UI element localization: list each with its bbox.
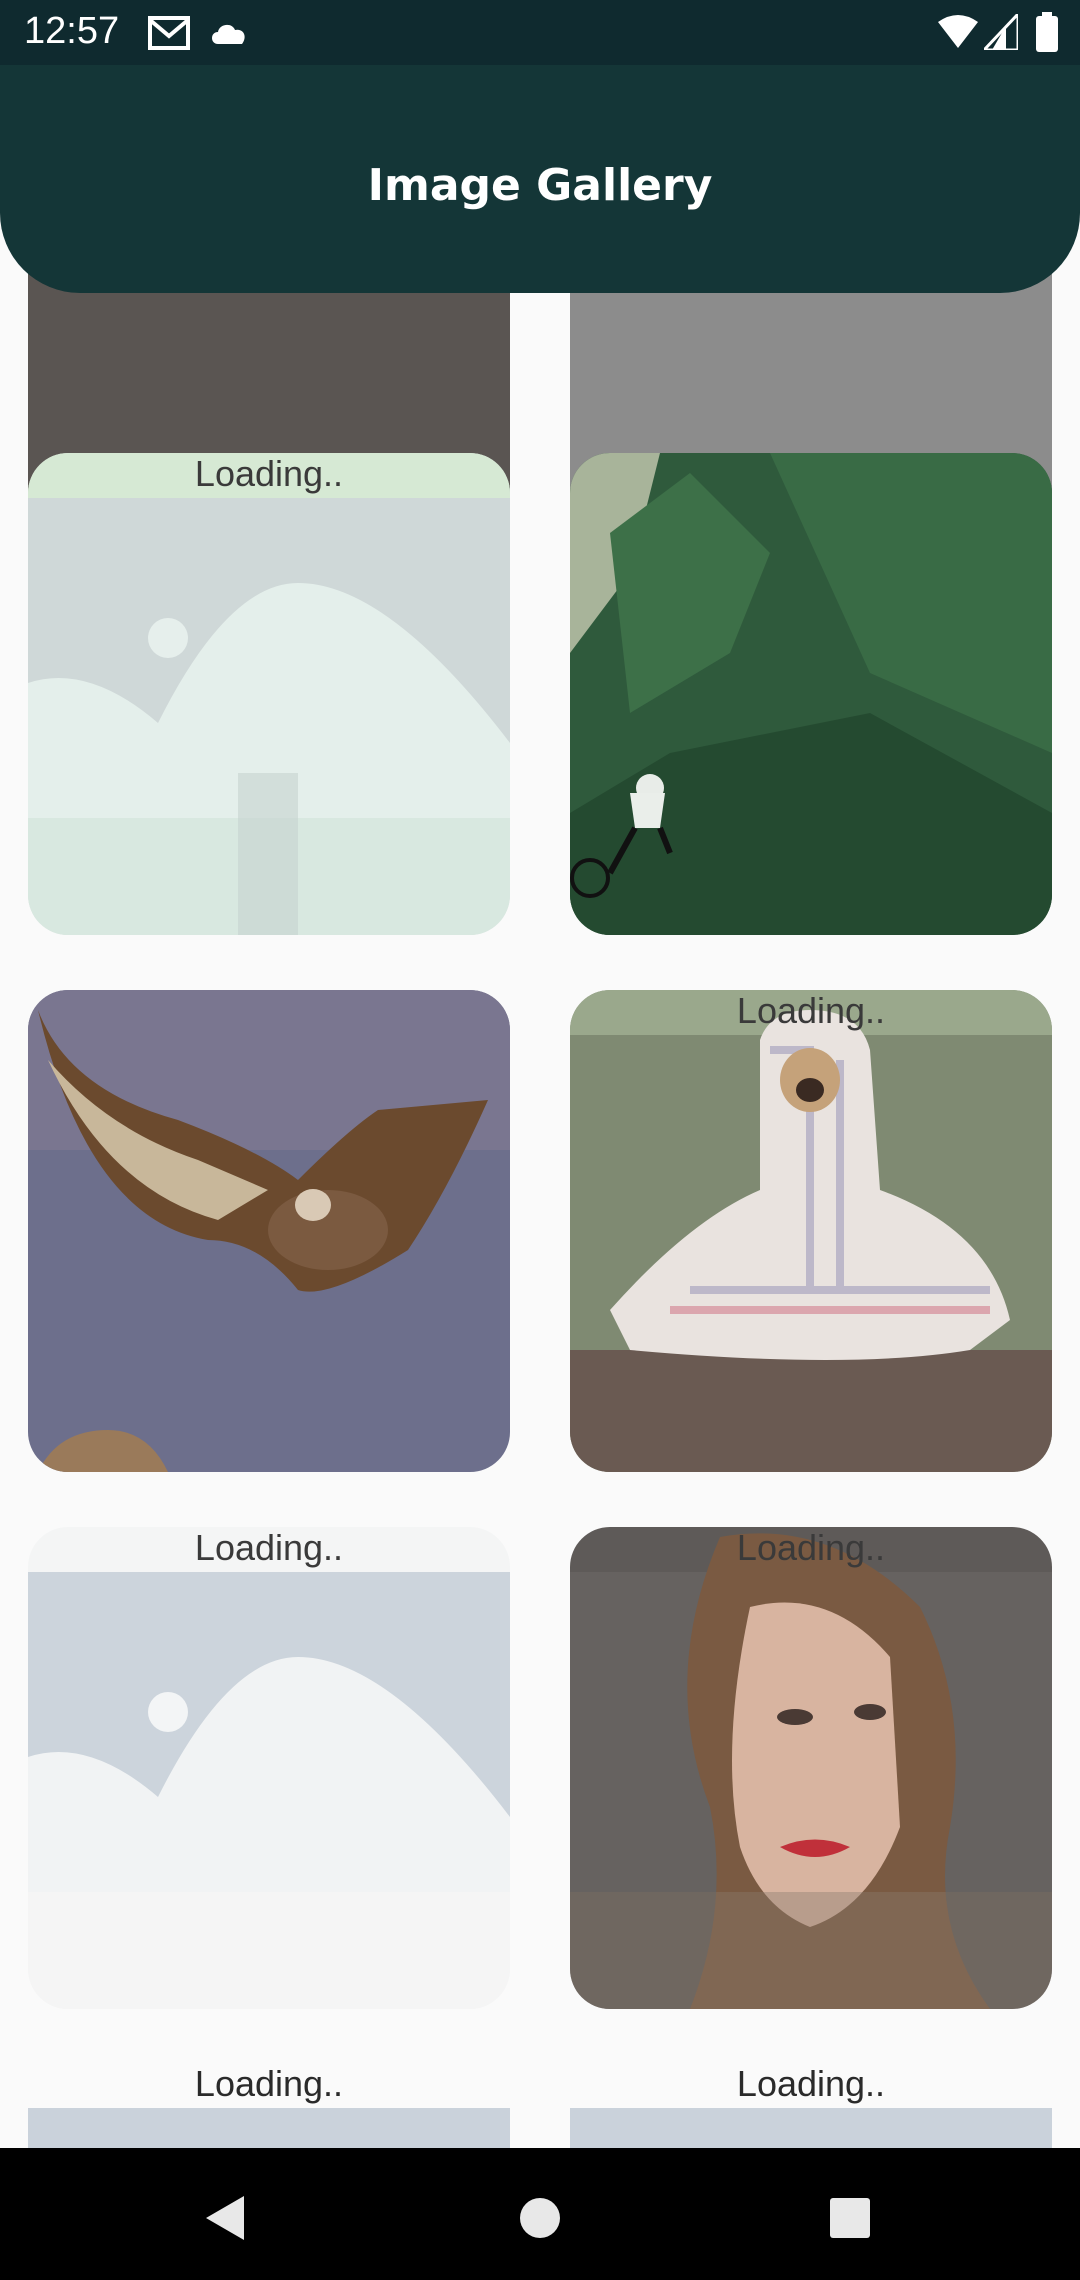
signal-icon bbox=[984, 14, 1018, 50]
woman-portrait-image bbox=[570, 1527, 1052, 2009]
gallery-tile-placeholder[interactable]: Loading.. bbox=[28, 1527, 510, 2009]
placeholder-image bbox=[28, 1527, 510, 2009]
placeholder-image bbox=[28, 2108, 510, 2148]
loading-text: Loading.. bbox=[194, 1527, 344, 1568]
gmail-icon bbox=[148, 16, 190, 50]
status-time: 12:57 bbox=[24, 10, 120, 52]
image-gallery-grid[interactable]: Loading.. Loading.. Loading.. Loading.. … bbox=[0, 200, 1080, 2148]
app-title: Image Gallery bbox=[367, 160, 713, 211]
loading-text: Loading.. bbox=[194, 453, 344, 494]
gallery-tile-forest-biker[interactable] bbox=[570, 453, 1052, 935]
cloud-icon bbox=[212, 24, 245, 44]
pug-blanket-image bbox=[570, 990, 1052, 1472]
loading-text: Loading.. bbox=[194, 2063, 344, 2104]
loading-text: Loading.. bbox=[736, 2063, 886, 2104]
navigation-bar bbox=[0, 2148, 1080, 2280]
gallery-tile-placeholder[interactable]: Loading.. bbox=[28, 453, 510, 935]
status-bar: 12:57 bbox=[0, 0, 1080, 65]
placeholder-image bbox=[570, 2108, 1052, 2148]
back-icon[interactable] bbox=[186, 2178, 266, 2258]
placeholder-image bbox=[28, 453, 510, 935]
gallery-tile-placeholder[interactable] bbox=[28, 2108, 510, 2148]
app-bar: Image Gallery bbox=[0, 65, 1080, 293]
battery-icon bbox=[1036, 12, 1058, 52]
recents-icon[interactable] bbox=[810, 2178, 890, 2258]
gallery-tile-vulture[interactable] bbox=[28, 990, 510, 1472]
vulture-image bbox=[28, 990, 510, 1472]
home-icon[interactable] bbox=[500, 2178, 580, 2258]
loading-text: Loading.. bbox=[736, 990, 886, 1031]
loading-text: Loading.. bbox=[736, 1527, 886, 1568]
forest-biker-image bbox=[570, 453, 1052, 935]
gallery-tile-pug-blanket[interactable]: Loading.. bbox=[570, 990, 1052, 1472]
wifi-icon bbox=[938, 15, 978, 48]
gallery-tile-placeholder[interactable] bbox=[570, 2108, 1052, 2148]
gallery-tile-woman-portrait[interactable]: Loading.. bbox=[570, 1527, 1052, 2009]
